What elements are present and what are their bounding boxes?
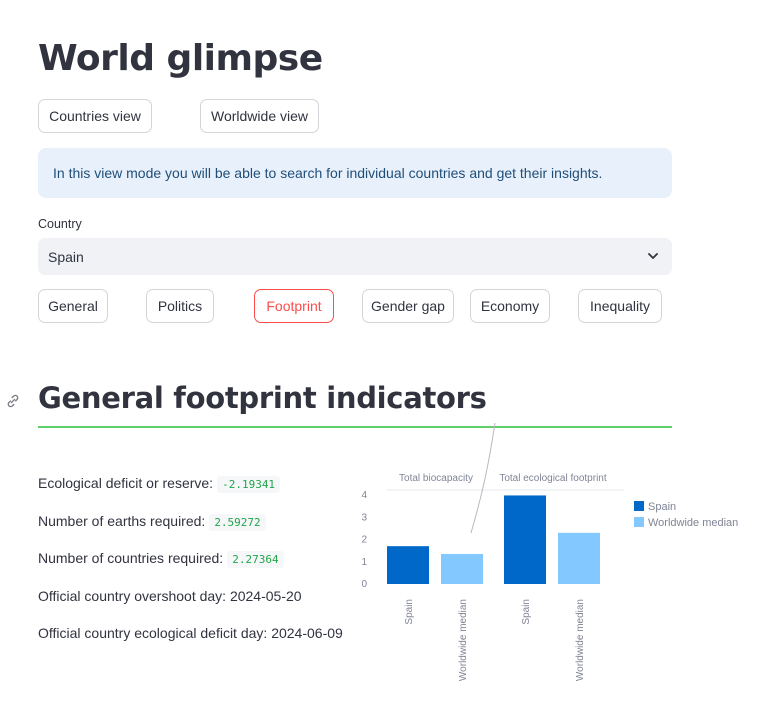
- tab-general[interactable]: General: [38, 289, 108, 323]
- metric-value: -2.19341: [217, 476, 281, 493]
- footprint-bar-chart: 0 1 2 3 4 Total biocapacity Spain Worldwide med…: [361, 422, 738, 681]
- bar-spain: [504, 495, 546, 584]
- chevron-down-icon: [648, 253, 658, 259]
- metric-overshoot-day: Official country overshoot day: 2024-05-…: [38, 588, 302, 604]
- info-alert: In this view mode you will be able to se…: [38, 148, 672, 198]
- tab-inequality[interactable]: Inequality: [578, 289, 662, 323]
- facet-title: Total ecological footprint: [499, 473, 607, 484]
- metric-earths-required: Number of earths required: 2.59272: [38, 513, 266, 531]
- bar-spain: [387, 546, 429, 584]
- tab-economy[interactable]: Economy: [470, 289, 550, 323]
- legend-label: Worldwide median: [648, 517, 738, 529]
- x-tick-label: Worldwide median: [458, 599, 469, 681]
- metric-label: Official country overshoot day: 2024-05-…: [38, 588, 302, 604]
- tab-politics[interactable]: Politics: [146, 289, 214, 323]
- y-tick-label: 4: [361, 490, 367, 501]
- bar-worldwide-median: [558, 532, 600, 584]
- annotation-curve: [470, 422, 496, 534]
- legend-swatch: [634, 501, 644, 511]
- country-label: Country: [38, 217, 82, 231]
- link-icon[interactable]: [5, 393, 21, 409]
- tab-gender-gap[interactable]: Gender gap: [362, 289, 454, 323]
- y-tick-label: 2: [361, 535, 367, 546]
- x-tick-label: Spain: [404, 599, 415, 625]
- y-tick-label: 0: [361, 579, 367, 590]
- legend-label: Spain: [648, 501, 676, 513]
- page-title: World glimpse: [38, 38, 323, 79]
- y-tick-label: 1: [361, 557, 367, 568]
- metric-label: Number of earths required:: [38, 513, 206, 529]
- x-tick-label: Worldwide median: [575, 599, 586, 681]
- countries-view-button[interactable]: Countries view: [38, 99, 152, 133]
- metric-value: 2.27364: [227, 551, 284, 568]
- metric-value: 2.59272: [209, 514, 266, 531]
- country-select[interactable]: Spain: [38, 238, 672, 275]
- bar-worldwide-median: [441, 553, 483, 584]
- y-tick-label: 3: [361, 512, 367, 523]
- metric-countries-required: Number of countries required: 2.27364: [38, 550, 284, 568]
- info-text: In this view mode you will be able to se…: [53, 165, 603, 181]
- metric-label: Number of countries required:: [38, 550, 224, 566]
- metric-deficit-day: Official country ecological deficit day:…: [38, 625, 343, 641]
- section-heading: General footprint indicators: [38, 381, 487, 415]
- metric-ecological-deficit: Ecological deficit or reserve: -2.19341: [38, 475, 281, 493]
- metric-label: Official country ecological deficit day:…: [38, 625, 343, 641]
- x-tick-label: Spain: [521, 599, 532, 625]
- country-select-value: Spain: [48, 248, 84, 265]
- tab-footprint[interactable]: Footprint: [254, 289, 334, 323]
- worldwide-view-button[interactable]: Worldwide view: [200, 99, 319, 133]
- facet-title: Total biocapacity: [399, 473, 473, 484]
- metric-label: Ecological deficit or reserve:: [38, 475, 214, 491]
- legend-swatch: [634, 517, 644, 527]
